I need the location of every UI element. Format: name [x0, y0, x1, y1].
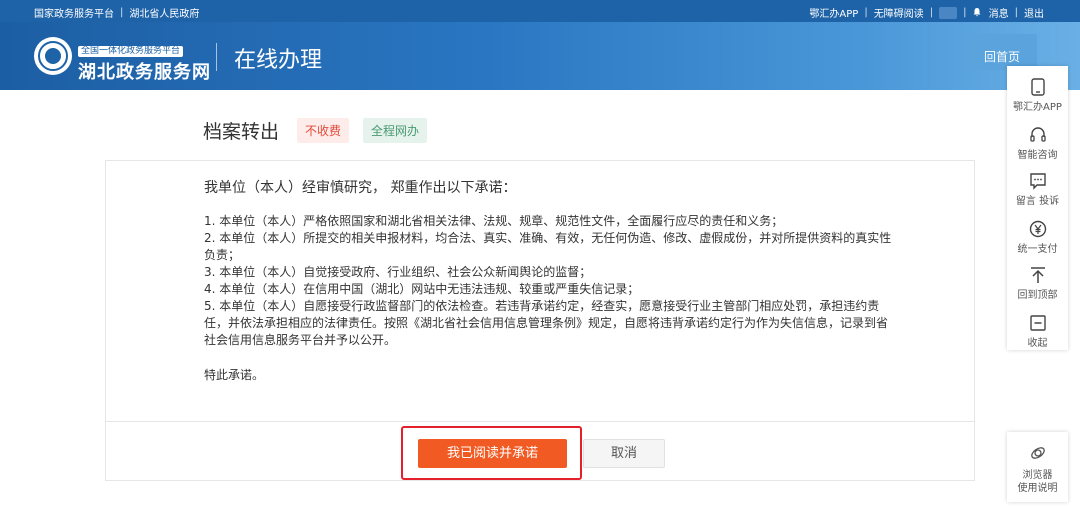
browser-guide-button[interactable]: 浏览器 使用说明	[1007, 432, 1068, 502]
browser-guide-line2: 使用说明	[1017, 483, 1058, 494]
logout-link[interactable]: 退出	[1024, 5, 1044, 20]
headset-icon	[1029, 127, 1046, 142]
link-accessibility[interactable]: 无障碍阅读	[874, 5, 924, 20]
divider: |	[929, 7, 934, 18]
commitment-item: 3. 本单位（本人）自觉接受政府、行业组织、社会公众新闻舆论的监督；	[204, 265, 592, 279]
cancel-button[interactable]: 取消	[583, 439, 665, 468]
header-divider	[216, 43, 217, 71]
brand-subtitle: 全国一体化政务服务平台	[78, 46, 184, 57]
side-tool-app[interactable]: 鄂汇办APP	[1007, 78, 1068, 113]
home-button[interactable]: 回首页	[969, 34, 1037, 70]
browser-guide-line1: 浏览器	[1022, 470, 1053, 481]
side-tool-back-to-top[interactable]: 回到顶部	[1007, 266, 1068, 301]
link-national-platform[interactable]: 国家政务服务平台	[34, 5, 114, 20]
side-tool-label: 留言 投诉	[1015, 196, 1060, 207]
message-icon	[1029, 173, 1046, 190]
side-tool-label: 鄂汇办APP	[1013, 102, 1062, 113]
divider: |	[963, 7, 967, 18]
link-ehuiban-app[interactable]: 鄂汇办APP	[809, 5, 858, 20]
commitment-card: 我单位（本人）经审慎研究， 郑重作出以下承诺： 1. 本单位（本人）严格依照国家…	[105, 160, 975, 481]
side-tool-consult[interactable]: 智能咨询	[1007, 126, 1068, 161]
section-title: 在线办理	[234, 48, 323, 73]
commitment-item: 5. 本单位（本人）自愿接受行政监督部门的依法检查。若违背承诺约定，经查实，愿意…	[204, 299, 889, 347]
side-tool-collapse[interactable]: 收起	[1007, 314, 1068, 349]
online-badge: 全程网办	[363, 118, 428, 143]
commitment-closing: 特此承诺。	[204, 368, 265, 382]
side-tool-label: 收起	[1027, 338, 1048, 349]
side-tool-payment[interactable]: 统一支付	[1007, 220, 1068, 255]
link-hubei-government[interactable]: 湖北省人民政府	[129, 5, 199, 20]
back-to-top-icon	[1030, 267, 1045, 283]
commitment-item: 4. 本单位（本人）在信用中国（湖北）网站中无违法违规、较重或严重失信记录；	[204, 282, 640, 296]
top-utility-bar: 国家政务服务平台 | 湖北省人民政府 鄂汇办APP | 无障碍阅读 | | 消息…	[0, 0, 1080, 22]
side-tool-feedback[interactable]: 留言 投诉	[1007, 172, 1068, 207]
messages-label: 消息	[988, 9, 1009, 20]
side-tool-label: 回到顶部	[1017, 290, 1058, 301]
fee-badge: 不收费	[297, 118, 350, 143]
site-header: 全国一体化政务服务平台 湖北政务服务网 在线办理 回首页	[0, 22, 1080, 90]
site-logo-icon[interactable]	[34, 37, 72, 75]
collapse-icon	[1029, 315, 1046, 331]
yen-icon	[1029, 220, 1046, 238]
page-heading: 档案转出 不收费 全程网办	[203, 117, 441, 144]
action-bar: 我已阅读并承诺 取消	[106, 421, 974, 481]
side-toolbar: 鄂汇办APP 智能咨询 留言 投诉 统一支付 回到顶部 收起	[1007, 66, 1068, 350]
commitment-intro: 我单位（本人）经审慎研究， 郑重作出以下承诺：	[204, 180, 517, 196]
divider: |	[864, 7, 868, 18]
side-tool-label: 统一支付	[1017, 244, 1058, 255]
brand-title: 湖北政务服务网	[78, 62, 211, 83]
divider: |	[120, 7, 124, 18]
commitment-item: 1. 本单位（本人）严格依照国家和湖北省相关法律、法规、规章、规范性文件，全面履…	[204, 214, 784, 228]
browser-icon	[1030, 447, 1045, 459]
user-avatar[interactable]	[939, 6, 958, 19]
bell-icon	[973, 8, 981, 17]
phone-icon	[1030, 78, 1045, 96]
commitment-item: 2. 本单位（本人）所提交的相关申报材料，均合法、真实、准确、有效，无任何伪造、…	[204, 231, 892, 262]
commitment-text: 我单位（本人）经审慎研究， 郑重作出以下承诺： 1. 本单位（本人）严格依照国家…	[204, 177, 894, 383]
agree-button[interactable]: 我已阅读并承诺	[418, 439, 567, 468]
page-title: 档案转出	[203, 121, 280, 143]
site-brand[interactable]: 全国一体化政务服务平台 湖北政务服务网	[78, 38, 211, 84]
messages-link[interactable]: 消息	[972, 5, 1009, 20]
divider: |	[1014, 7, 1018, 18]
side-tool-label: 智能咨询	[1017, 150, 1058, 161]
